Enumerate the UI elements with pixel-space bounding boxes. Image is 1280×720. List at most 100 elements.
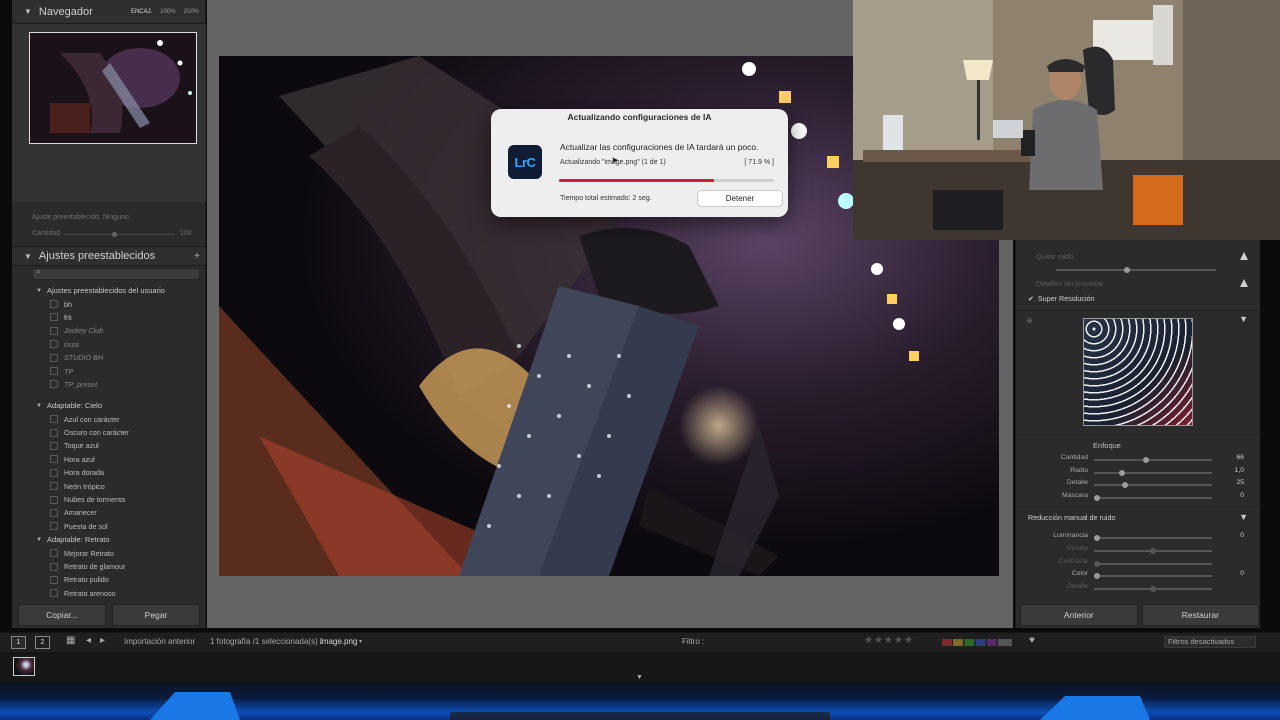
target-icon[interactable]: ⊕ — [1026, 316, 1033, 325]
preset-item[interactable]: Nubes de tormenta — [12, 493, 206, 506]
copy-button[interactable]: Copiar... — [18, 604, 106, 626]
super-resolution-row[interactable]: ✔ Super Resolución — [1028, 294, 1095, 303]
sharpening-slider[interactable] — [1094, 457, 1212, 463]
noise-slider[interactable] — [1094, 535, 1212, 541]
slider-knob[interactable] — [1122, 482, 1128, 489]
preset-amount-label: Ajuste preestablecido: Ninguno — [32, 214, 129, 221]
preset-item[interactable]: Hora azul — [12, 453, 206, 466]
slider-value[interactable]: 1,0 — [1235, 467, 1244, 474]
amount-slider-track[interactable] — [64, 232, 174, 237]
remove-noise-label[interactable]: Quitar ruido — [1036, 252, 1074, 261]
preset-group[interactable]: ▼ Adaptable: Cielo — [12, 399, 206, 412]
slider-knob[interactable] — [1118, 469, 1125, 476]
preset-item[interactable]: Azul con carácter — [12, 413, 206, 426]
preset-item[interactable]: Retrato de glamour — [12, 560, 206, 573]
slider-value[interactable]: 0 — [1240, 570, 1244, 577]
preset-item[interactable]: Mejorar Retrato — [12, 546, 206, 559]
slider-value[interactable]: 25 — [1236, 479, 1244, 486]
detail-preview[interactable] — [1083, 318, 1193, 426]
monitor-2-button[interactable]: 2 — [35, 636, 50, 649]
slider-label: Máscara — [1061, 492, 1088, 500]
checkmark-icon[interactable]: ✔ — [1028, 295, 1034, 303]
raw-details-label[interactable]: Detalles sin procesar — [1036, 279, 1103, 288]
slider-knob[interactable] — [1124, 267, 1130, 273]
preset-item[interactable]: Oscuro con carácter — [12, 426, 206, 439]
slider-knob[interactable] — [1094, 495, 1100, 502]
preset-item[interactable]: Puesta de sol — [12, 520, 206, 533]
slider-knob[interactable] — [1094, 535, 1100, 541]
slider-knob[interactable] — [1150, 547, 1156, 554]
slider-knob[interactable] — [1150, 586, 1156, 593]
reset-button[interactable]: Restaurar — [1141, 604, 1259, 626]
expand-triangle-icon[interactable]: ▼ — [36, 537, 42, 543]
forward-arrow-icon[interactable]: ▸ — [100, 635, 105, 646]
preset-item[interactable]: Retrato arenoso — [12, 587, 206, 600]
monitor-1-button[interactable]: 1 — [11, 636, 26, 649]
previous-button[interactable]: Anterior — [1020, 604, 1138, 626]
stop-button[interactable]: Detener — [697, 190, 783, 207]
preset-item[interactable]: bh — [12, 297, 206, 310]
noise-slider[interactable] — [1094, 573, 1212, 580]
back-arrow-icon[interactable]: ◂ — [86, 635, 91, 646]
filename-label[interactable]: image.png — [320, 637, 357, 646]
filmstrip-thumbnail[interactable] — [13, 657, 35, 676]
filters-off-dropdown[interactable]: Filtros desactivados — [1164, 636, 1256, 648]
preset-item[interactable]: risos — [12, 338, 206, 351]
color-label-filters-icon[interactable] — [942, 639, 1012, 646]
preset-item[interactable]: STUDIO BH — [12, 351, 206, 364]
noise-slider[interactable] — [1094, 560, 1212, 567]
preset-item[interactable]: Jockey Club — [12, 324, 206, 337]
preset-item[interactable]: Retrato pulido — [12, 573, 206, 586]
slider-knob[interactable] — [1143, 457, 1150, 463]
slider-value[interactable]: 0 — [1240, 532, 1244, 539]
navigator-thumbnail[interactable] — [29, 32, 197, 144]
preset-item[interactable]: frk — [12, 311, 206, 324]
collapse-triangle-icon[interactable]: ▼ — [1239, 512, 1248, 522]
remove-noise-slider[interactable] — [1056, 267, 1216, 273]
collapse-triangle-icon[interactable]: ▼ — [1239, 314, 1248, 324]
presets-header[interactable]: ▼ Ajustes preestablecidos + — [12, 246, 206, 266]
preset-group-label: Ajustes preestablecidos del usuario — [46, 286, 165, 296]
slider-value[interactable]: 66 — [1236, 454, 1244, 461]
sharpening-slider[interactable] — [1094, 469, 1212, 476]
rating-stars-icon[interactable]: ★★★★★ — [864, 635, 914, 646]
noise-slider[interactable] — [1094, 547, 1212, 554]
paste-button[interactable]: Pegar — [112, 604, 200, 626]
preset-item[interactable]: TP — [12, 364, 206, 377]
heart-icon[interactable]: ♥ — [1029, 635, 1035, 646]
preset-item[interactable]: Neón trópico — [12, 479, 206, 492]
preset-tree: ▼ Ajustes preestablecidos del usuario bh … — [12, 284, 206, 600]
warning-icon — [1240, 252, 1248, 260]
progress-bar — [559, 179, 774, 182]
preset-item[interactable]: TP_preset — [12, 378, 206, 391]
preset-icon — [50, 575, 58, 584]
source-label[interactable]: Importación anterior — [124, 637, 195, 646]
preset-item[interactable]: Toque azul — [12, 439, 206, 452]
grid-icon[interactable]: ▦ — [66, 635, 75, 646]
collapse-triangle-icon[interactable]: ▼ — [24, 7, 32, 16]
zoom-fit[interactable]: ENCAJ. — [131, 9, 152, 15]
filter-label: Filtro : — [682, 637, 705, 646]
navigator-header[interactable]: ▼ Navegador ENCAJ. 100% 200% — [12, 0, 205, 24]
preset-item[interactable]: Hora dorada — [12, 466, 206, 479]
preset-group[interactable]: ▼ Ajustes preestablecidos del usuario — [12, 284, 206, 297]
amount-slider-knob[interactable] — [112, 232, 117, 237]
preset-search-input[interactable]: ⌕ — [32, 267, 200, 280]
zoom-100[interactable]: 100% — [160, 9, 175, 15]
slider-value[interactable]: 0 — [1240, 492, 1244, 499]
expand-triangle-icon[interactable]: ▼ — [36, 403, 42, 409]
slider-knob[interactable] — [1094, 560, 1100, 567]
slider-knob[interactable] — [1094, 573, 1100, 580]
preset-item[interactable]: Amanecer — [12, 506, 206, 519]
zoom-200[interactable]: 200% — [184, 9, 199, 15]
collapse-filmstrip-icon[interactable]: ▼ — [636, 674, 643, 681]
add-preset-icon[interactable]: + — [194, 251, 206, 262]
preset-group[interactable]: ▼ Adaptable: Retrato — [12, 533, 206, 546]
dropdown-icon[interactable]: ▾ — [359, 638, 362, 645]
preset-icon — [50, 455, 58, 464]
sharpening-slider[interactable] — [1094, 495, 1212, 502]
collapse-triangle-icon[interactable]: ▼ — [24, 252, 32, 261]
noise-slider[interactable] — [1094, 586, 1212, 593]
expand-triangle-icon[interactable]: ▼ — [36, 288, 42, 294]
sharpening-slider[interactable] — [1094, 482, 1212, 489]
